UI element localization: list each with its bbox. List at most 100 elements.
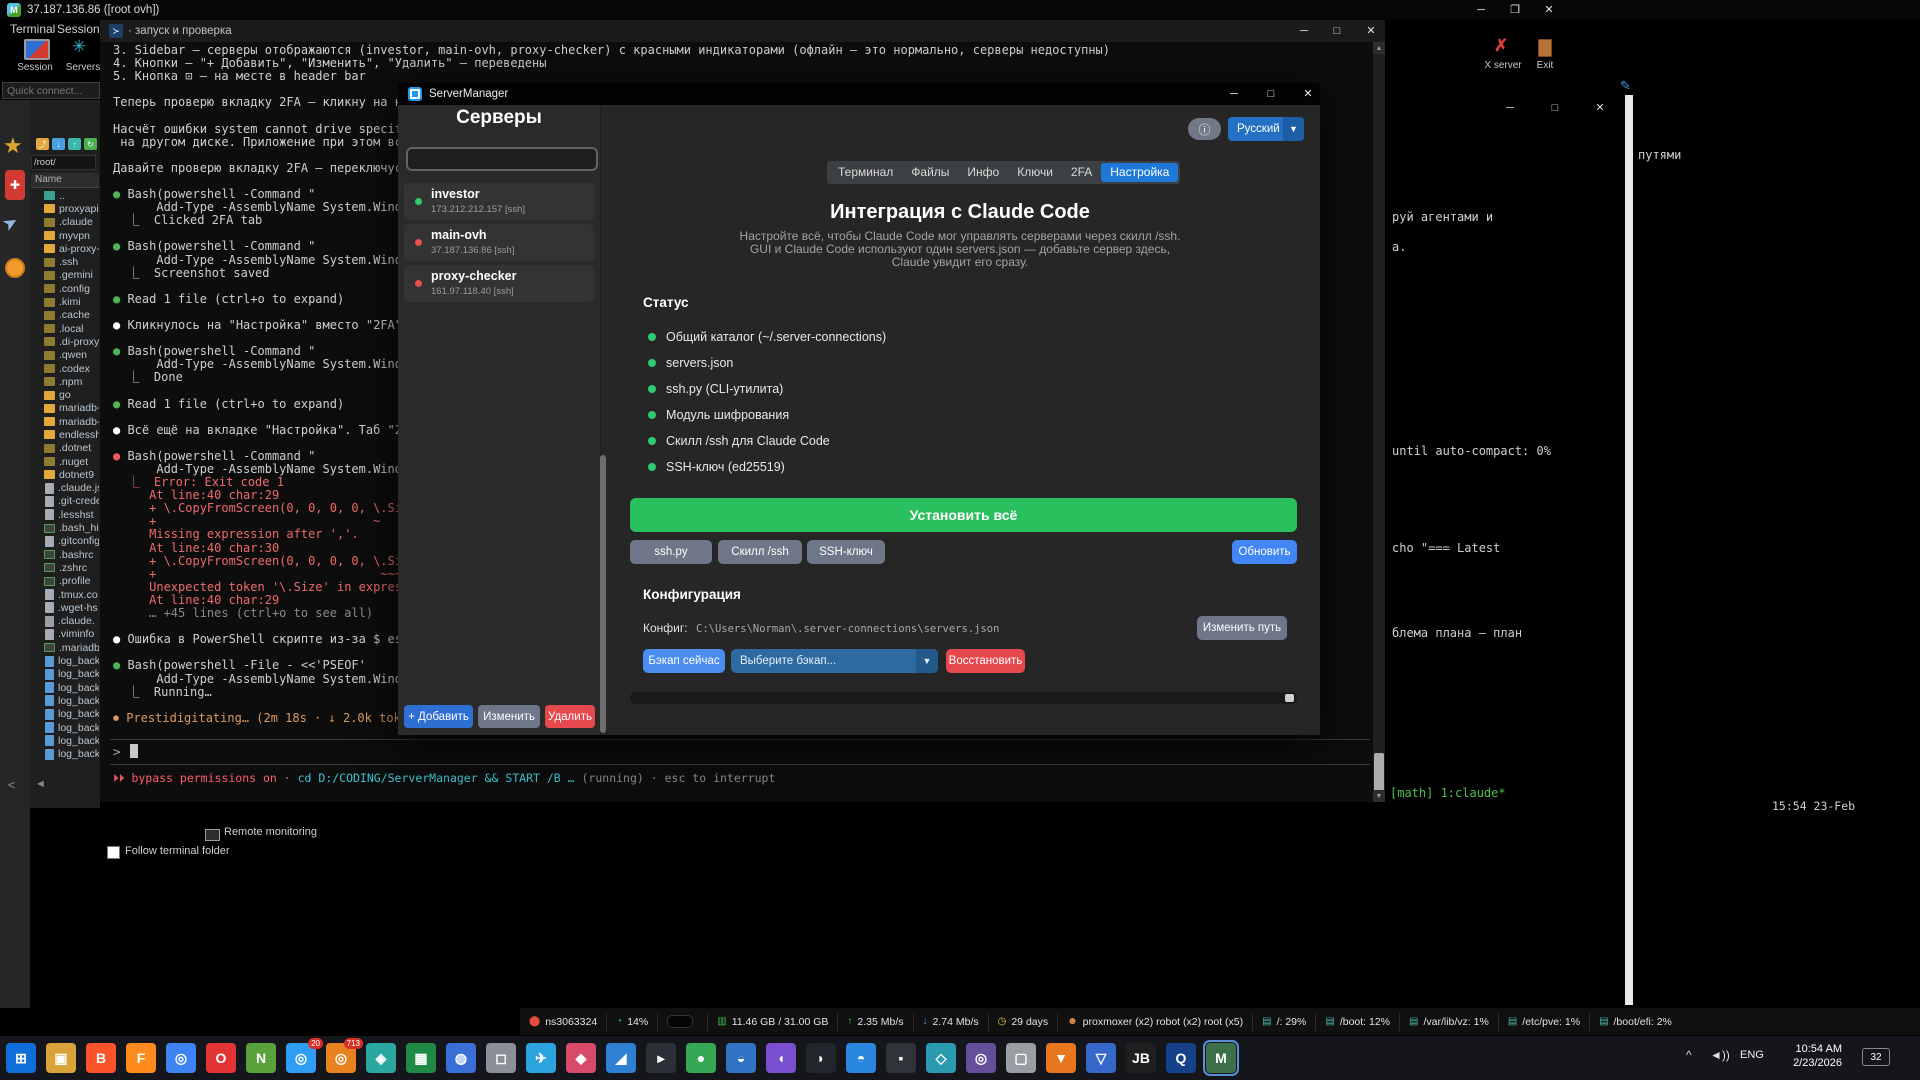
file-item[interactable]: .zshrc — [31, 561, 99, 574]
file-item[interactable]: .. — [31, 189, 99, 202]
upload-icon[interactable]: ↑ — [68, 138, 81, 150]
terminal-scrollbar[interactable]: ▲ ▼ — [1373, 42, 1385, 802]
taskbar-app-icon[interactable]: ▢ — [1006, 1043, 1036, 1073]
file-item[interactable]: log_backu — [31, 668, 99, 681]
follow-folder-checkbox[interactable] — [107, 846, 120, 859]
taskbar-app-icon[interactable]: ◎ — [966, 1043, 996, 1073]
taskbar-app-icon[interactable]: ◻ — [486, 1043, 516, 1073]
file-item[interactable]: .claude.js — [31, 482, 99, 495]
file-item[interactable]: log_backu — [31, 681, 99, 694]
edit-server-button[interactable]: Изменить — [478, 705, 540, 728]
scroll-up-icon[interactable]: ▲ — [1373, 42, 1385, 54]
add-server-button[interactable]: + Добавить — [404, 705, 473, 728]
file-item[interactable]: log_backu — [31, 708, 99, 721]
file-item[interactable]: myvpn — [31, 229, 99, 242]
ssh-key-button[interactable]: SSH-ключ — [807, 540, 885, 564]
file-item[interactable]: .claude. — [31, 615, 99, 628]
folder-up-icon[interactable]: ⤴ — [36, 138, 49, 150]
bg-minimize-button[interactable]: ─ — [1495, 100, 1525, 116]
taskbar-app-icon[interactable]: ◎ — [166, 1043, 196, 1073]
file-item[interactable]: ai-proxy- — [31, 242, 99, 255]
server-list-scrollbar[interactable] — [600, 455, 606, 733]
file-item[interactable]: .viminfo — [31, 628, 99, 641]
scrollbar-thumb[interactable] — [1285, 694, 1294, 702]
file-item[interactable]: .gemini — [31, 269, 99, 282]
file-item[interactable]: .local — [31, 322, 99, 335]
taskbar-app-icon[interactable]: ◍ — [446, 1043, 476, 1073]
backup-now-button[interactable]: Бэкап сейчас — [643, 649, 725, 673]
session-icon[interactable] — [24, 39, 50, 60]
quick-connect-input[interactable] — [2, 82, 100, 99]
taskbar-app-icon[interactable]: ◇ — [926, 1043, 956, 1073]
exit-button[interactable]: Exit — [1522, 60, 1568, 71]
server-search-input[interactable] — [406, 147, 598, 171]
taskbar-app-icon[interactable]: ▪ — [886, 1043, 916, 1073]
server-list-item[interactable]: main-ovh 37.187.136.86 [ssh] — [404, 224, 594, 261]
section-tab[interactable]: Файлы — [902, 163, 958, 182]
scroll-down-icon[interactable]: ▼ — [1373, 790, 1385, 802]
language-select[interactable]: Русский ▼ — [1228, 117, 1304, 141]
tray-clock[interactable]: 10:54 AM 2/23/2026 — [1772, 1042, 1842, 1070]
taskbar-app-icon[interactable]: ◎ 713 — [326, 1043, 356, 1073]
file-item[interactable]: log_backu — [31, 721, 99, 734]
path-input[interactable] — [31, 155, 96, 170]
skill-ssh-button[interactable]: Скилл /ssh — [718, 540, 802, 564]
taskbar-app-icon[interactable]: ✈ — [526, 1043, 556, 1073]
taskbar-app-icon[interactable]: ▣ — [46, 1043, 76, 1073]
restore-button[interactable]: Восстановить — [946, 649, 1025, 673]
scrollbar-thumb[interactable] — [1374, 753, 1384, 791]
file-item[interactable]: .bashrc — [31, 548, 99, 561]
taskbar-app-icon[interactable]: M — [1206, 1043, 1236, 1073]
taskbar-app-icon[interactable]: JB — [1126, 1043, 1156, 1073]
remote-monitoring-button[interactable]: Remote monitoring — [224, 826, 317, 838]
file-item[interactable]: .kimi — [31, 295, 99, 308]
file-item[interactable]: go — [31, 388, 99, 401]
change-path-button[interactable]: Изменить путь — [1197, 616, 1287, 640]
terminal-close-button[interactable]: ✕ — [1356, 21, 1386, 41]
file-item[interactable]: .profile — [31, 575, 99, 588]
file-item[interactable]: .tmux.co — [31, 588, 99, 601]
file-item[interactable]: .di-proxy — [31, 335, 99, 348]
install-all-button[interactable]: Установить всё — [630, 498, 1297, 532]
taskbar-app-icon[interactable]: ◎ 20 — [286, 1043, 316, 1073]
taskbar-app-icon[interactable]: B — [86, 1043, 116, 1073]
download-icon[interactable]: ↓ — [52, 138, 65, 150]
rail-collapse-icon[interactable]: < — [8, 778, 15, 792]
refresh-button[interactable]: Обновить — [1232, 540, 1297, 564]
file-item[interactable]: .codex — [31, 362, 99, 375]
file-item[interactable]: .git-crede — [31, 495, 99, 508]
taskbar-app-icon[interactable]: ⊞ — [6, 1043, 36, 1073]
file-item[interactable]: mariadb- — [31, 402, 99, 415]
section-tab[interactable]: Терминал — [829, 163, 902, 182]
sm-minimize-button[interactable]: ─ — [1219, 84, 1249, 104]
taskbar-app-icon[interactable]: ◒ — [726, 1043, 756, 1073]
server-list-item[interactable]: investor 173.212.212.157 [ssh] — [404, 183, 594, 220]
file-item[interactable]: .dotnet — [31, 442, 99, 455]
sm-close-button[interactable]: ✕ — [1293, 84, 1323, 104]
taskbar-app-icon[interactable]: ◆ — [566, 1043, 596, 1073]
terminal-minimize-button[interactable]: ─ — [1289, 21, 1319, 41]
keyboard-language[interactable]: ENG — [1740, 1049, 1764, 1061]
section-tab[interactable]: Инфо — [958, 163, 1008, 182]
taskbar-app-icon[interactable]: ◖ — [766, 1043, 796, 1073]
file-column-header[interactable]: Name — [31, 173, 99, 188]
file-item[interactable]: .bash_his — [31, 521, 99, 534]
file-item[interactable]: proxyapi — [31, 202, 99, 215]
info-button[interactable]: ⓘ — [1188, 118, 1221, 140]
x-server-icon[interactable]: ✗ — [1494, 36, 1508, 56]
sshpy-button[interactable]: ssh.py — [630, 540, 712, 564]
taskbar-app-icon[interactable]: O — [206, 1043, 236, 1073]
file-item[interactable]: dotnet9 — [31, 468, 99, 481]
terminal-maximize-button[interactable]: □ — [1322, 21, 1352, 41]
file-item[interactable]: endlessh — [31, 428, 99, 441]
session-button[interactable]: Session — [12, 62, 58, 73]
file-item[interactable]: log_backu — [31, 694, 99, 707]
minimize-button[interactable]: ─ — [1467, 1, 1495, 19]
taskbar-app-icon[interactable]: ▸ — [646, 1043, 676, 1073]
server-list-item[interactable]: proxy-checker 161.97.118.40 [ssh] — [404, 265, 594, 302]
taskbar-app-icon[interactable]: ◗ — [806, 1043, 836, 1073]
backup-select[interactable]: Выберите бэкап... ▼ — [731, 649, 938, 673]
file-item[interactable]: .ssh — [31, 255, 99, 268]
horizontal-scrollbar[interactable] — [630, 692, 1297, 704]
bg-maximize-button[interactable]: □ — [1540, 100, 1570, 116]
